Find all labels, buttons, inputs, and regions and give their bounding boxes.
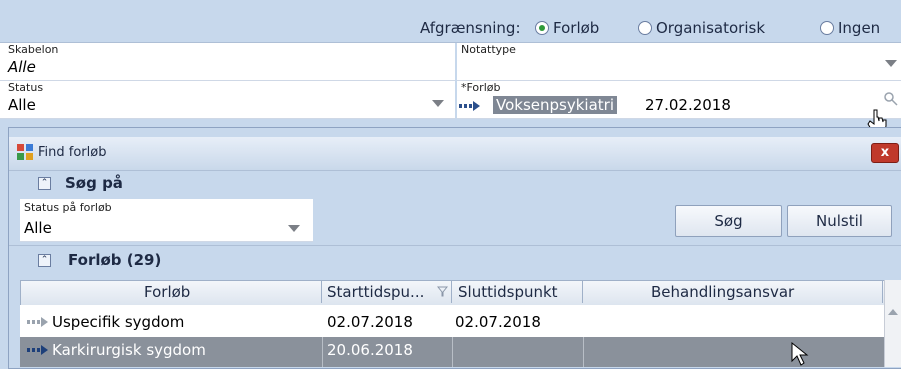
skabelon-field[interactable] [0,43,455,81]
filter-label: Afgrænsning: [420,19,521,37]
cursor-icon [791,341,809,366]
top-strip [0,0,901,10]
chevron-down-icon[interactable] [288,225,300,232]
column-divider[interactable] [321,281,322,303]
column-header-forloeb[interactable]: Forløb [144,283,190,301]
status-field[interactable] [0,81,455,119]
collapse-icon[interactable]: ⌃ [38,177,51,190]
forloeb-label: *Forløb [461,81,501,94]
filter-icon[interactable] [437,286,448,297]
column-header-start[interactable]: Starttidspu... [327,283,424,301]
status-forloeb-label: Status på forløb [24,201,112,214]
forloeb-selected-value: Voksenpsykiatri [493,96,617,114]
results-section-title: Forløb (29) [68,251,162,269]
forloeb-arrow-icon [459,101,480,111]
search-icon[interactable] [884,92,898,106]
column-divider[interactable] [582,281,583,303]
status-label: Status [8,81,44,94]
chevron-down-icon[interactable] [885,60,897,67]
status-forloeb-value: Alle [24,219,52,237]
column-header-slut[interactable]: Sluttidspunkt [458,283,558,301]
reset-button[interactable]: Nulstil [787,205,892,237]
row-slut: 02.07.2018 [455,313,541,331]
notattype-field[interactable] [457,43,901,81]
dialog-title: Find forløb [38,145,107,160]
close-button[interactable]: x [871,143,899,163]
radio-ingen[interactable] [820,21,834,35]
forloeb-arrow-icon [27,345,48,355]
forloeb-arrow-icon [27,317,48,327]
notattype-label: Notattype [461,43,516,56]
column-header-ansvar[interactable]: Behandlingsansvar [651,283,794,301]
scrollbar[interactable] [884,280,901,367]
search-section-title: Søg på [65,174,123,192]
row-start: 20.06.2018 [327,341,413,359]
radio-forloeb[interactable] [535,21,549,35]
search-button[interactable]: Søg [675,205,782,237]
row-forloeb: Uspecifik sygdom [52,313,185,331]
row-forloeb: Karkirurgisk sygdom [52,341,206,359]
column-divider [452,337,453,367]
chevron-down-icon[interactable] [432,100,444,107]
skabelon-label: Skabelon [8,43,59,56]
app-logo-icon [17,144,33,160]
radio-organisatorisk[interactable] [638,21,652,35]
search-section-bar[interactable] [9,170,901,199]
column-divider[interactable] [882,281,883,303]
column-divider [322,337,323,367]
column-divider[interactable] [451,281,452,303]
radio-label-ingen[interactable]: Ingen [838,19,880,37]
skabelon-value: Alle [8,58,36,76]
collapse-icon[interactable]: ⌃ [38,254,51,267]
status-value: Alle [8,96,36,114]
row-start: 02.07.2018 [327,313,413,331]
forloeb-date: 27.02.2018 [645,96,731,114]
dialog-titlebar[interactable] [9,137,901,170]
scroll-up-icon[interactable] [888,309,898,315]
radio-label-forloeb[interactable]: Forløb [553,19,599,37]
column-divider [583,337,584,367]
radio-label-organisatorisk[interactable]: Organisatorisk [656,19,765,37]
